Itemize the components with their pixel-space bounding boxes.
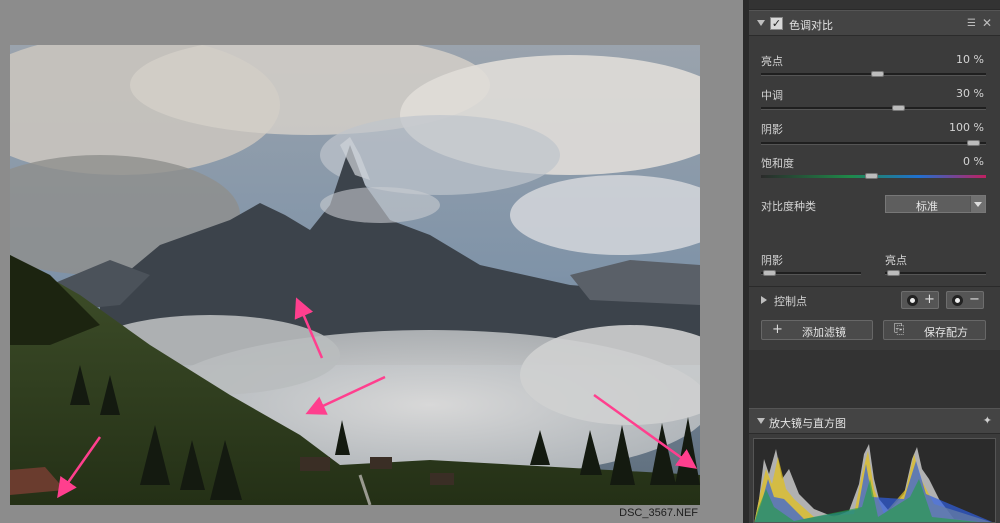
- minus-icon: −: [969, 292, 980, 307]
- triangle-down-icon[interactable]: [757, 418, 765, 424]
- section-divider: [749, 286, 1000, 287]
- adjustment-panel: ✓ 色调对比 ☰ ✕ 亮点 10 % 中调 30 % 阴影 100 % 饱和度 …: [749, 0, 1000, 523]
- saturation-label: 饱和度: [761, 157, 794, 170]
- histogram-graph: [754, 444, 993, 522]
- plus-icon: +: [772, 322, 783, 337]
- contrast-type-label: 对比度种类: [761, 200, 816, 213]
- add-control-point-button[interactable]: +: [901, 291, 939, 309]
- add-filter-button[interactable]: + 添加滤镜: [761, 320, 873, 340]
- pin-icon[interactable]: ✦: [983, 414, 992, 427]
- protect-shadows-slider-thumb[interactable]: [763, 270, 776, 276]
- protect-highlights-slider-thumb[interactable]: [887, 270, 900, 276]
- control-points-label[interactable]: 控制点: [774, 293, 807, 309]
- shadows-value: 100 %: [949, 121, 984, 134]
- contrast-type-selected: 标准: [916, 200, 938, 213]
- image-filename: DSC_3567.NEF: [619, 507, 698, 519]
- triangle-down-icon[interactable]: [757, 20, 765, 26]
- shadows-slider[interactable]: [761, 140, 986, 146]
- mountain-landscape-image: [10, 45, 700, 505]
- save-preset-label: 保存配方: [924, 326, 968, 339]
- protect-shadows-label: 阴影: [761, 254, 783, 267]
- menu-icon[interactable]: ☰: [967, 18, 976, 29]
- highlights-slider-thumb[interactable]: [871, 71, 884, 77]
- midtones-value: 30 %: [956, 87, 984, 100]
- protect-highlights-slider[interactable]: [885, 270, 986, 276]
- save-preset-button[interactable]: ⎘ 保存配方: [883, 320, 986, 340]
- chevron-down-icon[interactable]: [970, 196, 985, 212]
- loupe-histogram-title: 放大镜与直方图: [769, 417, 846, 430]
- save-preset-icon: ⎘: [894, 322, 905, 337]
- shadows-label: 阴影: [761, 123, 783, 136]
- highlights-value: 10 %: [956, 53, 984, 66]
- panel-top-strip: [749, 0, 1000, 10]
- add-filter-label: 添加滤镜: [802, 326, 846, 339]
- histogram-display: [753, 438, 996, 523]
- remove-control-point-button[interactable]: −: [946, 291, 984, 309]
- loupe-histogram-header[interactable]: 放大镜与直方图 ✦: [749, 408, 1000, 434]
- shadows-slider-thumb[interactable]: [967, 140, 980, 146]
- saturation-slider[interactable]: [761, 173, 986, 179]
- panel-empty-space: [749, 350, 1000, 408]
- control-point-icon: [907, 295, 918, 306]
- photo-preview[interactable]: [10, 45, 700, 505]
- tone-contrast-header[interactable]: ✓ 色调对比 ☰ ✕: [749, 10, 1000, 36]
- tone-contrast-title: 色调对比: [789, 19, 833, 32]
- close-icon[interactable]: ✕: [982, 16, 992, 30]
- tone-contrast-checkbox[interactable]: ✓: [770, 17, 783, 30]
- triangle-right-icon[interactable]: [761, 296, 767, 304]
- highlights-slider[interactable]: [761, 71, 986, 77]
- control-point-icon: [952, 295, 963, 306]
- midtones-slider-thumb[interactable]: [892, 105, 905, 111]
- saturation-slider-thumb[interactable]: [865, 173, 878, 179]
- saturation-value: 0 %: [963, 155, 984, 168]
- midtones-label: 中调: [761, 89, 783, 102]
- midtones-slider[interactable]: [761, 105, 986, 111]
- protect-shadows-slider[interactable]: [761, 270, 861, 276]
- highlights-label: 亮点: [761, 55, 783, 68]
- plus-icon: +: [924, 292, 935, 307]
- contrast-type-select[interactable]: 标准: [885, 195, 986, 213]
- image-canvas[interactable]: DSC_3567.NEF: [0, 0, 743, 523]
- protect-highlights-label: 亮点: [885, 254, 907, 267]
